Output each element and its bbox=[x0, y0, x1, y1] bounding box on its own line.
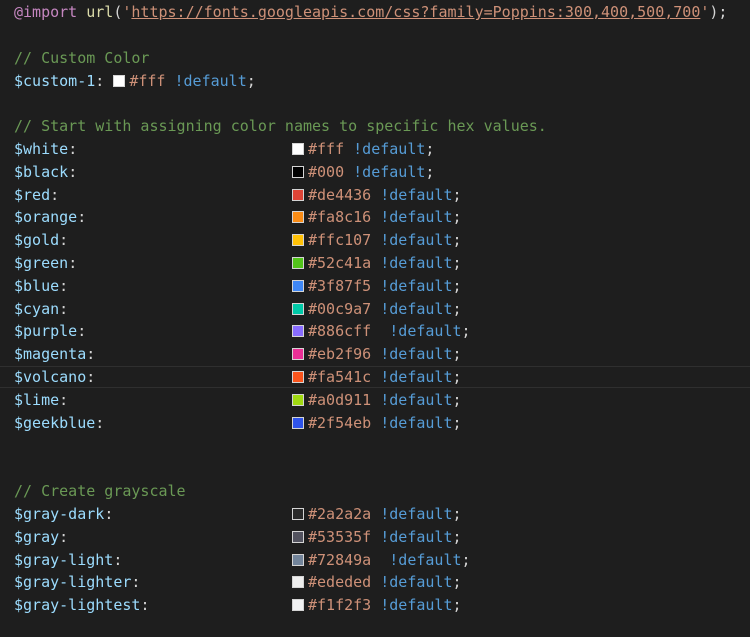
colors-comment: // Start with assigning color names to s… bbox=[14, 117, 547, 135]
color-swatch-icon[interactable] bbox=[292, 188, 304, 201]
color-swatch-icon[interactable] bbox=[292, 599, 304, 612]
color-swatch-icon[interactable] bbox=[292, 143, 304, 155]
color-swatch-icon[interactable] bbox=[292, 348, 304, 361]
variable-line[interactable]: $gray: #53535f !default; bbox=[14, 526, 734, 548]
color-swatch-icon[interactable] bbox=[292, 530, 304, 543]
variable-line[interactable]: $volcano: #fa541c !default; bbox=[14, 366, 734, 388]
color-swatch-icon[interactable] bbox=[292, 302, 304, 315]
color-swatch-icon[interactable] bbox=[113, 75, 126, 87]
code-editor[interactable]: @import url('https://fonts.googleapis.co… bbox=[0, 0, 750, 637]
variable-line[interactable]: $red: #de4436 !default; bbox=[14, 184, 734, 206]
variable-line[interactable]: $lime: #a0d911 !default; bbox=[14, 389, 734, 411]
color-swatch-icon[interactable] bbox=[292, 211, 304, 224]
grayscale-comment: // Create grayscale bbox=[14, 482, 186, 500]
variable-line[interactable]: $magenta: #eb2f96 !default; bbox=[14, 343, 734, 365]
color-swatch-icon[interactable] bbox=[292, 553, 304, 566]
import-url-link[interactable]: https://fonts.googleapis.com/css?family=… bbox=[131, 3, 700, 21]
color-swatch-icon[interactable] bbox=[292, 508, 304, 520]
variable-line[interactable]: $gray-lighter: #ededed !default; bbox=[14, 571, 734, 593]
variable-line[interactable]: $white: #fff !default; bbox=[14, 138, 734, 160]
color-swatch-icon[interactable] bbox=[292, 234, 304, 247]
import-line[interactable]: @import url('https://fonts.googleapis.co… bbox=[14, 1, 727, 23]
color-swatch-icon[interactable] bbox=[292, 279, 304, 292]
color-swatch-icon[interactable] bbox=[292, 393, 304, 406]
color-swatch-icon[interactable] bbox=[292, 576, 304, 589]
variable-line[interactable]: $orange: #fa8c16 !default; bbox=[14, 206, 734, 228]
variable-line[interactable]: $gray-light: #72849a !default; bbox=[14, 549, 734, 571]
color-swatch-icon[interactable] bbox=[292, 371, 304, 383]
color-swatch-icon[interactable] bbox=[292, 257, 304, 269]
color-swatch-icon[interactable] bbox=[292, 165, 304, 178]
custom-color-comment: // Custom Color bbox=[14, 49, 150, 67]
variable-line[interactable]: $black: #000 !default; bbox=[14, 161, 734, 183]
variable-line[interactable]: $gray-dark: #2a2a2a !default; bbox=[14, 503, 734, 525]
variable-line[interactable]: $blue: #3f87f5 !default; bbox=[14, 275, 734, 297]
variable-line[interactable]: $purple: #886cff !default; bbox=[14, 320, 734, 342]
variable-line[interactable]: $geekblue: #2f54eb !default; bbox=[14, 412, 734, 434]
color-swatch-icon[interactable] bbox=[292, 416, 304, 429]
variable-line[interactable]: $green: #52c41a !default; bbox=[14, 252, 734, 274]
color-swatch-icon[interactable] bbox=[292, 325, 304, 338]
variable-line[interactable]: $gold: #ffc107 !default; bbox=[14, 229, 734, 251]
variable-line[interactable]: $gray-lightest: #f1f2f3 !default; bbox=[14, 594, 734, 616]
variable-line[interactable]: $cyan: #00c9a7 !default; bbox=[14, 298, 734, 320]
custom-color-line[interactable]: $custom-1: #fff !default; bbox=[14, 70, 256, 92]
